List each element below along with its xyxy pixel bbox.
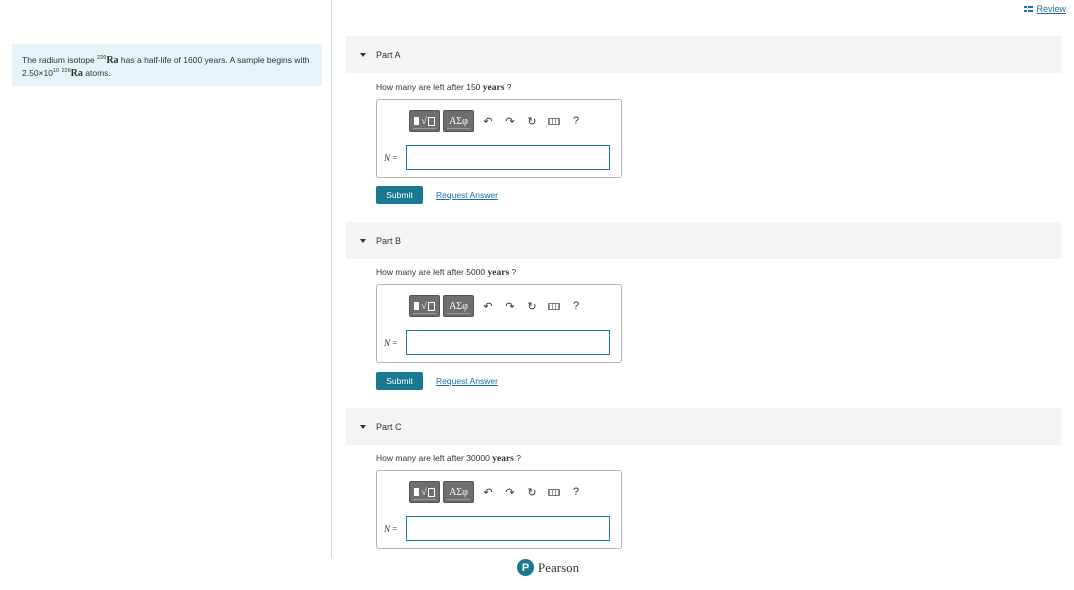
box-icon — [427, 301, 435, 311]
equals-sign: = — [392, 524, 398, 534]
templates-button[interactable]: √ — [409, 295, 440, 317]
column-divider — [331, 0, 332, 558]
problem-text: atoms. — [82, 68, 111, 78]
isotope-mass: 226 — [61, 68, 71, 75]
part-c-header[interactable]: Part C — [346, 408, 1061, 445]
help-label: ? — [572, 300, 580, 312]
reset-icon[interactable]: ↻ — [521, 110, 543, 132]
redo-icon[interactable]: ↷ — [499, 295, 521, 317]
symbols-button[interactable]: ΑΣφ — [443, 481, 474, 503]
question-prefix: How many are left after 5000 — [376, 267, 488, 277]
equals-sign: = — [392, 338, 398, 348]
help-button[interactable]: ? — [565, 110, 587, 132]
keyboard-icon[interactable] — [543, 110, 565, 132]
variable-label: N = — [384, 524, 397, 534]
book-icon — [1024, 6, 1034, 12]
question-unit: years — [487, 268, 510, 278]
part-b: Part B How many are left after 5000 year… — [346, 222, 1061, 390]
question-text: How many are left after 30000 years ? — [376, 453, 521, 464]
templates-button[interactable]: √ — [409, 110, 440, 132]
submit-button[interactable]: Submit — [376, 372, 423, 390]
isotope-symbol: Ra — [106, 55, 119, 66]
symbols-label: ΑΣφ — [449, 300, 468, 312]
question-unit: years — [492, 454, 514, 464]
part-a: Part A How many are left after 150 years… — [346, 36, 1061, 204]
review-link[interactable]: Review — [1024, 4, 1066, 14]
pearson-p-icon: P — [517, 559, 534, 576]
part-title: Part C — [376, 421, 402, 432]
undo-icon[interactable]: ↶ — [477, 295, 499, 317]
part-b-header[interactable]: Part B — [346, 222, 1061, 259]
keyboard-icon[interactable] — [543, 481, 565, 503]
answer-box: √ ΑΣφ ↶ ↷ ↻ ? N = — [376, 470, 622, 549]
help-label: ? — [572, 115, 580, 127]
template-icon — [414, 117, 420, 125]
isotope-symbol: Ra — [70, 68, 83, 79]
box-icon — [427, 116, 435, 126]
question-prefix: How many are left after 30000 — [376, 453, 493, 463]
caret-down-icon — [360, 424, 366, 429]
problem-statement: The radium isotope 226Ra has a half-life… — [12, 44, 322, 86]
caret-down-icon — [360, 238, 366, 243]
problem-text: The radium isotope — [22, 55, 98, 65]
isotope-mass: 226 — [97, 55, 107, 62]
undo-icon[interactable]: ↶ — [477, 110, 499, 132]
symbols-button[interactable]: ΑΣφ — [443, 295, 474, 317]
redo-icon[interactable]: ↷ — [499, 110, 521, 132]
variable-label: N = — [384, 338, 397, 348]
keyboard-icon[interactable] — [543, 295, 565, 317]
symbols-button[interactable]: ΑΣφ — [443, 110, 474, 132]
question-suffix: ? — [509, 267, 517, 277]
question-suffix: ? — [513, 453, 521, 463]
reset-icon[interactable]: ↻ — [521, 295, 543, 317]
reset-icon[interactable]: ↻ — [521, 481, 543, 503]
question-prefix: How many are left after 150 — [376, 82, 483, 92]
part-c: Part C How many are left after 30000 yea… — [346, 408, 1061, 549]
variable-label: N = — [384, 153, 397, 163]
math-toolbar: √ ΑΣφ ↶ ↷ ↻ ? — [409, 294, 587, 318]
part-title: Part B — [376, 235, 402, 246]
answer-box: √ ΑΣφ ↶ ↷ ↻ ? N = — [376, 284, 622, 363]
question-suffix: ? — [504, 82, 512, 92]
undo-icon[interactable]: ↶ — [477, 481, 499, 503]
answer-input[interactable] — [406, 145, 610, 170]
help-label: ? — [572, 486, 580, 498]
request-answer-link[interactable]: Request Answer — [436, 190, 498, 200]
symbols-label: ΑΣφ — [449, 486, 468, 498]
symbols-label: ΑΣφ — [449, 115, 468, 127]
template-icon — [414, 302, 420, 310]
brand-name: Pearson — [538, 559, 580, 575]
question-text: How many are left after 150 years ? — [376, 82, 512, 93]
equals-sign: = — [392, 153, 398, 163]
variable-name: N — [384, 524, 391, 534]
submit-button[interactable]: Submit — [376, 186, 423, 204]
question-text: How many are left after 5000 years ? — [376, 267, 516, 278]
pearson-logo: P Pearson — [517, 559, 579, 576]
review-label: Review — [1036, 4, 1066, 14]
question-unit: years — [482, 83, 505, 93]
templates-label: √ — [421, 300, 427, 312]
help-button[interactable]: ? — [565, 295, 587, 317]
part-a-header[interactable]: Part A — [346, 36, 1061, 73]
answer-box: √ ΑΣφ ↶ ↷ ↻ ? N = — [376, 99, 622, 178]
answer-input[interactable] — [406, 516, 610, 541]
help-button[interactable]: ? — [565, 481, 587, 503]
math-toolbar: √ ΑΣφ ↶ ↷ ↻ ? — [409, 109, 587, 133]
templates-button[interactable]: √ — [409, 481, 440, 503]
templates-label: √ — [421, 486, 427, 498]
part-title: Part A — [376, 49, 401, 60]
redo-icon[interactable]: ↷ — [499, 481, 521, 503]
exponent: 10 — [52, 68, 60, 75]
caret-down-icon — [360, 52, 366, 57]
box-icon — [427, 487, 435, 497]
math-toolbar: √ ΑΣφ ↶ ↷ ↻ ? — [409, 480, 587, 504]
answer-input[interactable] — [406, 330, 610, 355]
variable-name: N — [384, 338, 391, 348]
variable-name: N — [384, 153, 391, 163]
template-icon — [414, 488, 420, 496]
request-answer-link[interactable]: Request Answer — [436, 376, 498, 386]
templates-label: √ — [421, 115, 427, 127]
